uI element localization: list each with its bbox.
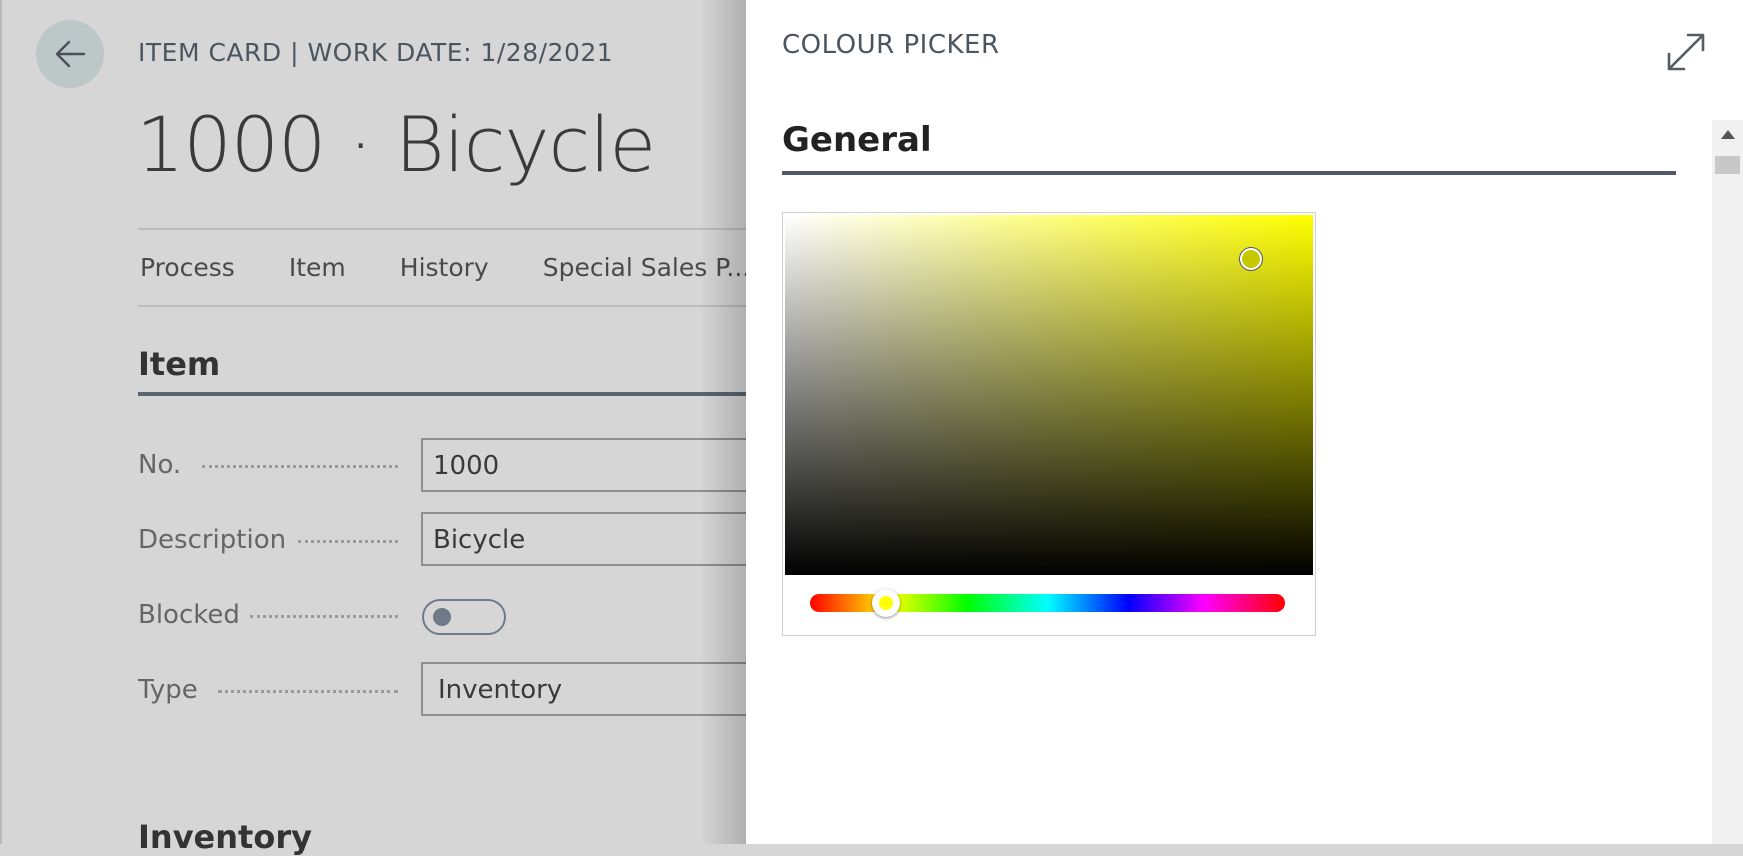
- menu-item-history[interactable]: History: [400, 253, 489, 282]
- menu-item-process[interactable]: Process: [140, 253, 235, 282]
- expand-diagonal-icon: [1667, 33, 1705, 71]
- field-label-description: Description: [138, 525, 287, 555]
- field-label-no: No.: [138, 450, 182, 480]
- saturation-value-area[interactable]: [785, 215, 1313, 575]
- leader-dots: [218, 690, 398, 696]
- page-title: 1000 · Bicycle: [136, 100, 656, 189]
- leader-dots: [298, 540, 398, 546]
- divider: [138, 228, 748, 230]
- triangle-up-icon[interactable]: [1721, 130, 1735, 139]
- field-label-blocked: Blocked: [138, 600, 240, 630]
- divider: [138, 305, 748, 307]
- back-button[interactable]: [36, 20, 104, 88]
- scrollbar-thumb[interactable]: [1715, 156, 1740, 174]
- field-label-type: Type: [138, 675, 198, 705]
- section-title-inventory[interactable]: Inventory: [138, 818, 312, 856]
- expand-button[interactable]: [1662, 28, 1710, 76]
- hue-handle-swatch: [879, 596, 893, 610]
- menu-item-item[interactable]: Item: [289, 253, 346, 282]
- toggle-knob: [433, 608, 451, 626]
- section-rule: [138, 392, 748, 396]
- section-title-item[interactable]: Item: [138, 345, 220, 383]
- panel-title: COLOUR PICKER: [782, 30, 1000, 60]
- leader-dots: [202, 465, 398, 471]
- saturation-value-handle[interactable]: [1239, 248, 1262, 271]
- colour-picker: [782, 212, 1316, 636]
- action-menu: Process Item History Special Sales P...c: [140, 253, 764, 282]
- arrow-left-icon: [55, 40, 86, 68]
- vertical-scrollbar[interactable]: [1712, 120, 1743, 844]
- panel-shadow: [700, 0, 746, 844]
- page-caption: ITEM CARD | WORK DATE: 1/28/2021: [138, 38, 614, 67]
- blocked-toggle[interactable]: [422, 599, 506, 635]
- group-title-general[interactable]: General: [782, 120, 932, 160]
- group-rule: [782, 171, 1676, 175]
- leader-dots: [250, 615, 398, 621]
- hue-slider-handle[interactable]: [872, 589, 900, 617]
- page-edge: [0, 0, 2, 844]
- colour-picker-panel: COLOUR PICKER General: [746, 0, 1743, 844]
